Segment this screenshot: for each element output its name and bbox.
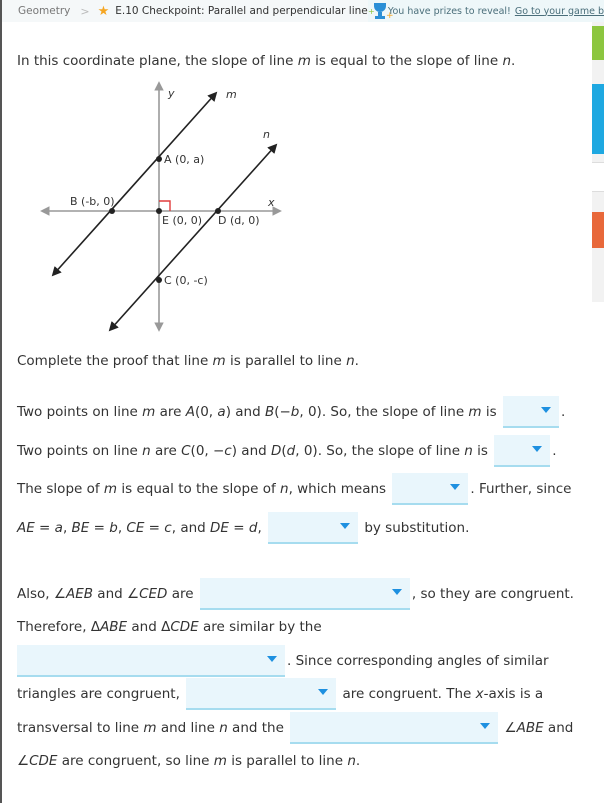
game-board-link[interactable]: Go to your game b bbox=[515, 6, 604, 17]
point-a-label: A (0, a) bbox=[164, 153, 204, 166]
point-b-label: B (-b, 0) bbox=[70, 195, 115, 208]
line-m-label: m bbox=[226, 88, 237, 101]
which-means-dropdown[interactable] bbox=[392, 473, 469, 505]
similarity-criterion-dropdown[interactable] bbox=[17, 645, 285, 677]
slope-m-dropdown[interactable] bbox=[502, 396, 559, 428]
chevron-down-icon bbox=[267, 656, 277, 662]
prize-banner: + + You have prizes to reveal! Go to your… bbox=[368, 0, 604, 22]
breadcrumb-subject[interactable]: Geometry bbox=[18, 5, 70, 17]
line-m bbox=[51, 91, 218, 277]
congruent-angles-dropdown[interactable] bbox=[186, 678, 337, 710]
angle-relationship-dropdown[interactable] bbox=[290, 712, 499, 744]
chevron-down-icon bbox=[540, 407, 551, 413]
point-c bbox=[156, 277, 162, 283]
proof-step-1: Two points on line m are A(0, a) and B(−… bbox=[17, 396, 565, 428]
proof-step-10: ∠CDE are congruent, so line m is paralle… bbox=[17, 753, 361, 769]
proof-step-5: Also, ∠AEB and ∠CED are , so they are co… bbox=[17, 578, 574, 610]
chevron-down-icon bbox=[318, 689, 329, 695]
chevron-down-icon bbox=[391, 589, 402, 595]
breadcrumb-skill: E.10 Checkpoint: Parallel and perpendicu… bbox=[115, 5, 374, 17]
question-intro: In this coordinate plane, the slope of l… bbox=[17, 53, 516, 69]
substitution-dropdown[interactable] bbox=[268, 512, 359, 544]
proof-step-2: Two points on line n are C(0, −c) and D(… bbox=[17, 435, 557, 467]
coordinate-plane-diagram: y m n x A (0, a) B (-b, 0) E (0, 0) D (d… bbox=[40, 81, 282, 332]
line-n-label: n bbox=[263, 128, 270, 141]
proof-step-6: Therefore, ΔABE and ΔCDE are similar by … bbox=[17, 619, 322, 635]
x-axis-label: x bbox=[267, 196, 275, 209]
point-d-label: D (d, 0) bbox=[218, 214, 260, 227]
star-icon: ★ bbox=[97, 3, 110, 19]
proof-step-7: . Since corresponding angles of similar bbox=[15, 645, 549, 677]
breadcrumb-separator-icon: > bbox=[80, 4, 90, 18]
proof-step-9: transversal to line m and line n and the… bbox=[17, 712, 573, 744]
trophy-icon: + + bbox=[368, 0, 394, 22]
slope-n-dropdown[interactable] bbox=[494, 435, 551, 467]
point-a bbox=[156, 156, 162, 162]
proof-step-3: The slope of m is equal to the slope of … bbox=[17, 473, 571, 505]
chevron-down-icon bbox=[480, 723, 491, 729]
window-border bbox=[0, 0, 2, 803]
line-n bbox=[108, 143, 278, 332]
side-time-elapsed bbox=[592, 84, 604, 154]
chevron-down-icon bbox=[450, 484, 461, 490]
side-smartscore bbox=[592, 212, 604, 248]
point-e-label: E (0, 0) bbox=[162, 214, 202, 227]
point-c-label: C (0, -c) bbox=[164, 274, 208, 287]
angle-type-dropdown[interactable] bbox=[199, 578, 410, 610]
point-b bbox=[109, 208, 115, 214]
prize-text: You have prizes to reveal! bbox=[387, 5, 511, 17]
proof-step-4: AE = a, BE = b, CE = c, and DE = d, by s… bbox=[17, 512, 469, 544]
side-questions-answered bbox=[592, 26, 604, 60]
y-axis-label: y bbox=[167, 87, 175, 100]
side-time-display bbox=[592, 162, 604, 192]
proof-step-8: triangles are congruent, are congruent. … bbox=[17, 678, 543, 710]
proof-prompt: Complete the proof that line m is parall… bbox=[17, 353, 359, 369]
chevron-down-icon bbox=[340, 523, 351, 529]
chevron-down-icon bbox=[532, 446, 543, 452]
